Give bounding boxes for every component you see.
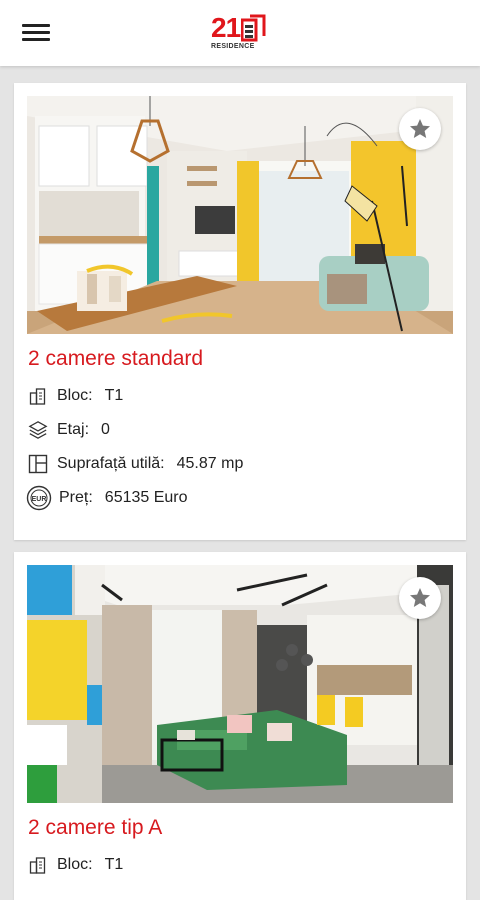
app-bar: 21 RESIDENCE	[0, 0, 480, 66]
euro-coin-icon: EUR	[26, 485, 52, 511]
listing-photo[interactable]	[27, 565, 453, 803]
bloc-value: T1	[104, 856, 124, 873]
bloc-row: Bloc: T1	[28, 853, 123, 877]
brand-logo[interactable]: 21 RESIDENCE	[211, 12, 269, 54]
listing-title[interactable]: 2 camere tip A	[28, 815, 162, 841]
layers-icon	[28, 420, 48, 440]
building-icon	[28, 386, 48, 406]
suprafata-row: Suprafață utilă: 45.87 mp	[28, 452, 243, 476]
logo-subtitle: RESIDENCE	[211, 43, 255, 50]
listing-card[interactable]: 2 camere standard Bloc: T1 Etaj: 0 Supra…	[14, 83, 466, 540]
star-icon	[410, 588, 430, 607]
logo-number: 21	[211, 12, 241, 43]
bloc-row: Bloc: T1	[28, 384, 123, 408]
apartment-interior-image	[27, 565, 453, 803]
bloc-label: Bloc:	[57, 387, 93, 404]
hamburger-menu-icon[interactable]	[16, 18, 56, 48]
listing-card[interactable]: 2 camere tip A Bloc: T1	[14, 552, 466, 900]
floorplan-icon	[28, 454, 48, 474]
etaj-row: Etaj: 0	[28, 418, 110, 442]
star-icon	[410, 119, 430, 138]
etaj-label: Etaj:	[57, 421, 90, 438]
favorite-button[interactable]	[399, 108, 441, 150]
favorite-button[interactable]	[399, 577, 441, 619]
apartment-interior-image	[27, 96, 453, 334]
logo-building-mark-icon	[241, 14, 266, 42]
svg-text:EUR: EUR	[32, 496, 47, 503]
pret-label: Preț:	[59, 489, 93, 506]
suprafata-label: Suprafață utilă:	[57, 455, 165, 472]
listing-photo[interactable]	[27, 96, 453, 334]
pret-row: EUR Preț: 65135 Euro	[26, 485, 188, 511]
pret-value: 65135 Euro	[104, 489, 188, 506]
etaj-value: 0	[101, 421, 110, 438]
bloc-label: Bloc:	[57, 856, 93, 873]
bloc-value: T1	[104, 387, 124, 404]
building-icon	[28, 855, 48, 875]
suprafata-value: 45.87 mp	[176, 455, 244, 472]
listings-feed[interactable]: 2 camere standard Bloc: T1 Etaj: 0 Supra…	[0, 66, 480, 900]
listing-title[interactable]: 2 camere standard	[28, 346, 203, 372]
